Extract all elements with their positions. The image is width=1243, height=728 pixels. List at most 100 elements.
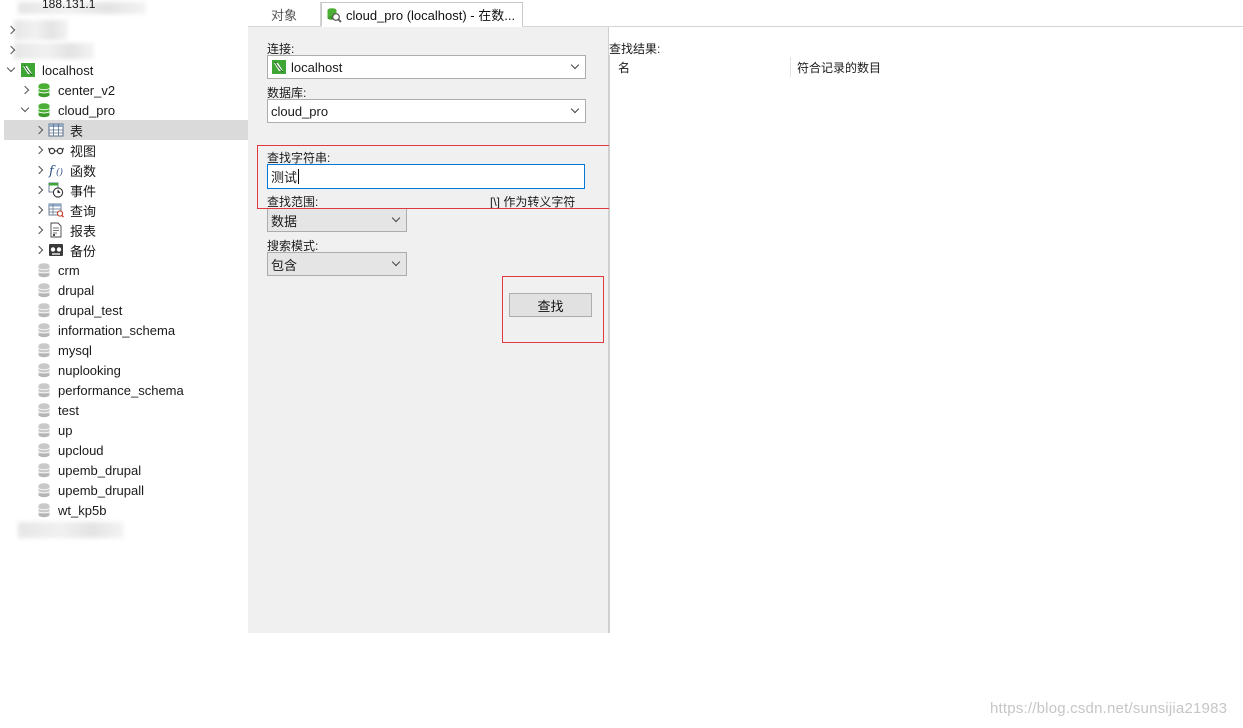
tree-item-db-center_v2[interactable]: center_v2 bbox=[0, 80, 248, 100]
chevron-right-icon[interactable] bbox=[34, 185, 44, 195]
mode-value: 包含 bbox=[271, 257, 298, 273]
chevron-right-icon[interactable] bbox=[34, 165, 44, 175]
query-icon bbox=[48, 203, 64, 218]
tree-item-label: up bbox=[58, 422, 73, 438]
svg-text:f: f bbox=[48, 164, 56, 178]
database-icon bbox=[38, 383, 50, 398]
object-tree: 188.131.1 localhost center_v2 cloud_pro … bbox=[0, 0, 248, 728]
database-icon bbox=[38, 443, 50, 458]
tab-find-in-database[interactable]: cloud_pro (localhost) - 在数... bbox=[321, 2, 523, 27]
tree-item-db-drupal[interactable]: drupal bbox=[0, 280, 248, 300]
chevron-right-icon[interactable] bbox=[34, 225, 44, 235]
tree-item-label: crm bbox=[58, 262, 80, 278]
connection-select[interactable]: localhost bbox=[267, 55, 586, 79]
database-icon bbox=[38, 303, 50, 318]
database-value: cloud_pro bbox=[271, 103, 329, 119]
tree-item-db-upemb_drupall[interactable]: upemb_drupall bbox=[0, 480, 248, 500]
tree-item-label: upemb_drupall bbox=[58, 482, 145, 498]
tree-item-db-upcloud[interactable]: upcloud bbox=[0, 440, 248, 460]
tree-item-label: drupal bbox=[58, 282, 95, 298]
tree-item-hidden-1[interactable] bbox=[0, 20, 248, 40]
backup-tape-icon bbox=[49, 244, 63, 256]
mode-select[interactable]: 包含 bbox=[267, 252, 407, 276]
chevron-down-icon[interactable] bbox=[6, 65, 16, 75]
tree-item-db-nuplooking[interactable]: nuplooking bbox=[0, 360, 248, 380]
connection-value: localhost bbox=[291, 59, 343, 75]
tree-item-label: mysql bbox=[58, 342, 92, 358]
results-column-name[interactable]: 名 bbox=[618, 59, 630, 76]
svg-text:(): () bbox=[56, 167, 64, 178]
chevron-down-icon[interactable] bbox=[570, 104, 580, 114]
database-icon bbox=[38, 503, 50, 518]
tree-item-db-upemb_drupal[interactable]: upemb_drupal bbox=[0, 460, 248, 480]
database-icon bbox=[38, 483, 50, 498]
mysql-connection-icon bbox=[272, 60, 286, 74]
tree-item-db-drupal_test[interactable]: drupal_test bbox=[0, 300, 248, 320]
chevron-right-icon[interactable] bbox=[6, 25, 16, 35]
database-icon bbox=[38, 103, 50, 118]
chevron-right-icon[interactable] bbox=[6, 45, 16, 55]
database-icon bbox=[38, 363, 50, 378]
database-icon bbox=[38, 403, 50, 418]
scope-select[interactable]: 数据 bbox=[267, 208, 407, 232]
tree-item-events[interactable]: 事件 bbox=[0, 180, 248, 200]
results-column-count[interactable]: 符合记录的数目 bbox=[797, 59, 881, 76]
tree-item-label: upemb_drupal bbox=[58, 462, 142, 478]
database-icon bbox=[38, 283, 50, 298]
chevron-right-icon[interactable] bbox=[34, 205, 44, 215]
chevron-right-icon[interactable] bbox=[34, 145, 44, 155]
tree-item-server-partial[interactable]: 188.131.1 bbox=[0, 0, 248, 14]
tree-item-db-cloud_pro[interactable]: cloud_pro bbox=[0, 100, 248, 120]
chevron-right-icon[interactable] bbox=[34, 125, 44, 135]
tree-item-label: test bbox=[58, 402, 79, 418]
event-clock-icon bbox=[48, 182, 64, 198]
database-select[interactable]: cloud_pro bbox=[267, 99, 586, 123]
chevron-down-icon[interactable] bbox=[20, 105, 30, 115]
tree-item-tables[interactable]: 表 bbox=[4, 120, 248, 140]
report-icon bbox=[50, 222, 62, 238]
tree-item-label: drupal_test bbox=[58, 302, 123, 318]
tree-item-db-mysql[interactable]: mysql bbox=[0, 340, 248, 360]
tree-item-label: performance_schema bbox=[58, 382, 184, 398]
function-icon: f () bbox=[48, 164, 64, 178]
table-icon bbox=[48, 123, 64, 137]
tree-item-db-information_schema[interactable]: information_schema bbox=[0, 320, 248, 340]
database-icon bbox=[38, 423, 50, 438]
tree-item-label: nuplooking bbox=[58, 362, 121, 378]
glasses-icon bbox=[48, 147, 64, 155]
database-icon bbox=[38, 343, 50, 358]
find-in-database-icon bbox=[327, 7, 342, 23]
tree-item-functions[interactable]: f () 函数 bbox=[0, 160, 248, 180]
tree-item-backups[interactable]: 备份 bbox=[0, 240, 248, 260]
tree-item-db-up[interactable]: up bbox=[0, 420, 248, 440]
highlight-box-find-button bbox=[502, 276, 604, 343]
tree-item-views[interactable]: 视图 bbox=[0, 140, 248, 160]
tree-item-hidden-2[interactable] bbox=[0, 40, 248, 60]
database-icon bbox=[38, 463, 50, 478]
scope-value: 数据 bbox=[271, 213, 298, 229]
tree-item-db-crm[interactable]: crm bbox=[0, 260, 248, 280]
tree-item-db-performance_schema[interactable]: performance_schema bbox=[0, 380, 248, 400]
chevron-right-icon[interactable] bbox=[20, 85, 30, 95]
tree-item-label: wt_kp5b bbox=[58, 502, 107, 518]
chevron-down-icon[interactable] bbox=[391, 257, 401, 267]
tree-item-db-wt_kp5b[interactable]: wt_kp5b bbox=[0, 500, 248, 520]
database-icon bbox=[38, 323, 50, 338]
tree-item-queries[interactable]: 查询 bbox=[0, 200, 248, 220]
watermark: https://blog.csdn.net/sunsijia21983 bbox=[990, 700, 1228, 717]
blurred-item bbox=[18, 522, 124, 538]
database-icon bbox=[38, 83, 50, 98]
chevron-down-icon[interactable] bbox=[570, 60, 580, 70]
mysql-connection-icon bbox=[21, 63, 35, 77]
tab-bar: 对象 cloud_pro (localhost) - 在数... bbox=[248, 0, 1243, 27]
tree-item-label: upcloud bbox=[58, 442, 104, 458]
tree-item-db-test[interactable]: test bbox=[0, 400, 248, 420]
tab-objects[interactable]: 对象 bbox=[248, 2, 321, 27]
column-divider[interactable] bbox=[790, 57, 791, 77]
tree-item-localhost[interactable]: localhost bbox=[0, 60, 248, 80]
chevron-right-icon[interactable] bbox=[34, 245, 44, 255]
results-table: 名 符合记录的数目 bbox=[609, 55, 1243, 633]
chevron-down-icon[interactable] bbox=[391, 213, 401, 223]
highlight-box-search-string bbox=[257, 145, 625, 209]
tree-item-reports[interactable]: 报表 bbox=[0, 220, 248, 240]
